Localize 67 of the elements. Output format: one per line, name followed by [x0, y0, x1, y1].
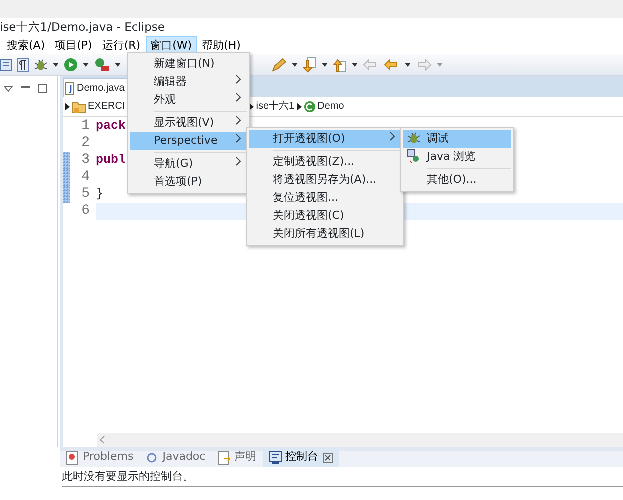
menu-item[interactable]: 运行(R)	[97, 36, 146, 54]
at-sign-icon	[146, 450, 159, 464]
menu-item[interactable]: Java 浏览	[403, 148, 511, 166]
declaration-icon	[218, 450, 231, 464]
code-text: pack	[96, 119, 126, 133]
up-arrow-icon[interactable]	[333, 56, 347, 72]
menu-item[interactable]: 显示视图(V)	[130, 114, 247, 132]
caret-icon[interactable]	[292, 62, 298, 68]
class-icon	[304, 100, 316, 112]
panel-tab[interactable]: 声明	[212, 448, 263, 467]
menu-item[interactable]: 搜索(A)	[2, 36, 50, 54]
menu-item[interactable]: 定制透视图(Z)...	[249, 153, 401, 171]
java-file-icon	[65, 82, 74, 94]
breadcrumb-item[interactable]: EXERCI	[88, 99, 126, 114]
console-message: 此时没有要显示的控制台。	[62, 467, 623, 486]
panel-tab[interactable]: 控制台	[262, 448, 339, 467]
expand-arrow-icon[interactable]	[65, 102, 70, 110]
menu-item[interactable]: 将透视图另存为(A)...	[249, 171, 401, 189]
pencil-icon[interactable]	[271, 58, 287, 72]
problems-icon	[66, 450, 79, 464]
panel-tab[interactable]: Problems	[60, 448, 140, 467]
back-arrow-icon[interactable]	[384, 58, 400, 70]
bug-icon	[407, 131, 421, 145]
line-number: 6	[80, 203, 90, 220]
horizontal-scrollbar[interactable]	[97, 433, 623, 447]
breadcrumb-item[interactable]: ise十六1	[256, 99, 295, 114]
tool-icon[interactable]	[94, 58, 110, 72]
menu-item[interactable]: 项目(P)	[50, 36, 98, 54]
menu-item[interactable]: 导航(G)	[130, 155, 247, 173]
bug-icon[interactable]	[34, 58, 48, 72]
view-menu-icon[interactable]	[4, 86, 13, 92]
line-number: 3	[80, 152, 90, 169]
menu-item[interactable]: 新建窗口(N)	[130, 55, 247, 73]
line-number: 2	[80, 135, 90, 152]
code-text: }	[96, 187, 104, 201]
caret-icon[interactable]	[115, 62, 121, 68]
menu-item[interactable]: 其他(O)...	[403, 171, 511, 189]
caret-icon[interactable]	[352, 62, 358, 68]
menu-item[interactable]: 复位透视图...	[249, 189, 401, 207]
line-number: 4	[80, 169, 90, 186]
menu-item[interactable]: Perspective	[130, 132, 247, 150]
close-icon[interactable]	[322, 452, 333, 462]
menu-item[interactable]: 打开透视图(O)	[249, 130, 401, 148]
console-icon	[268, 450, 282, 464]
caret-icon[interactable]	[405, 62, 411, 68]
panel-icon[interactable]	[0, 58, 12, 72]
browse-icon	[407, 149, 421, 164]
menu-item[interactable]: 帮助(H)	[197, 36, 246, 54]
run-icon[interactable]	[64, 58, 78, 72]
paragraph-icon[interactable]	[17, 58, 29, 72]
menu-item[interactable]: 调试	[403, 130, 511, 148]
menu-item[interactable]: 首选项(P)	[130, 173, 247, 191]
package-folder-icon	[72, 100, 86, 114]
expand-arrow-icon[interactable]	[296, 102, 302, 110]
menu-item[interactable]: 关闭透视图(C)	[249, 207, 401, 225]
line-number: 1	[80, 118, 90, 135]
down-arrow-icon[interactable]	[303, 56, 317, 72]
caret-icon[interactable]	[322, 62, 328, 68]
line-number: 5	[80, 186, 90, 203]
code-text: publ	[96, 153, 126, 167]
breadcrumb-item[interactable]: Demo	[318, 99, 344, 114]
caret-icon[interactable]	[53, 62, 59, 68]
caret-icon[interactable]	[83, 62, 89, 68]
menu-item[interactable]: 关闭所有透视图(L)	[249, 225, 401, 243]
panel-tab[interactable]: Javadoc	[140, 448, 212, 467]
maximize-icon[interactable]	[38, 84, 47, 93]
window-title: ise十六1/Demo.java - Eclipse	[0, 19, 166, 36]
